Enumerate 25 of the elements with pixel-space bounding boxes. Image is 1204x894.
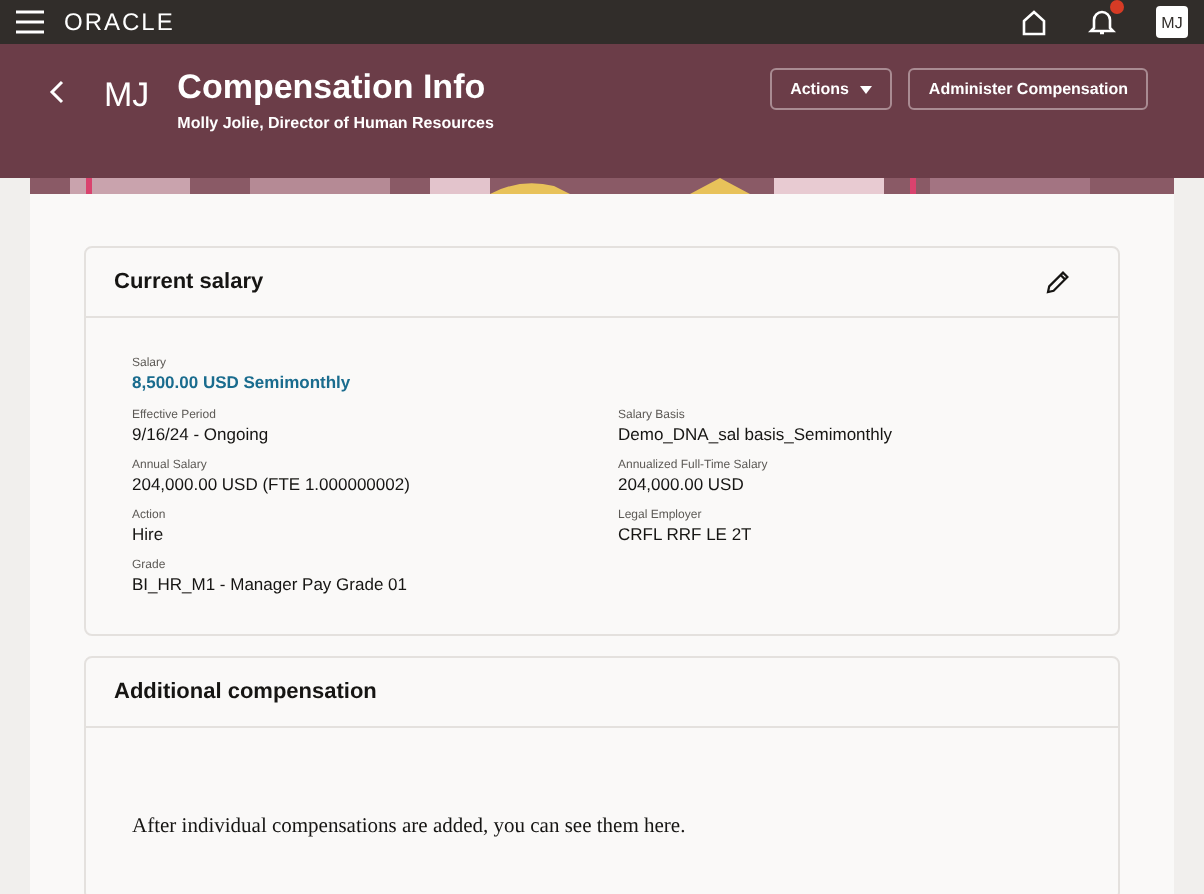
field-value: Hire bbox=[132, 524, 166, 544]
menu-icon[interactable] bbox=[16, 10, 44, 34]
field-value: 204,000.00 USD (FTE 1.000000002) bbox=[132, 474, 412, 494]
edit-icon[interactable] bbox=[1046, 270, 1070, 294]
card-title: Current salary bbox=[114, 270, 264, 294]
administer-button[interactable]: Administer Compensation bbox=[908, 68, 1148, 110]
user-avatar[interactable]: MJ bbox=[1156, 6, 1188, 38]
notification-badge bbox=[1110, 0, 1124, 14]
field-value: 204,000.00 USD bbox=[618, 474, 746, 494]
field-value: CRFL RRF LE 2T bbox=[618, 524, 754, 544]
card-title: Additional compensation bbox=[114, 680, 377, 704]
initials-avatar: MJ bbox=[104, 76, 150, 116]
caret-icon bbox=[860, 85, 873, 93]
back-icon[interactable] bbox=[48, 80, 68, 104]
field-value: 9/16/24 - Ongoing bbox=[132, 424, 271, 444]
page-title: Compensation Info bbox=[177, 68, 488, 108]
home-icon[interactable] bbox=[1020, 8, 1048, 36]
logo: ORACLE bbox=[64, 8, 175, 36]
bell-icon[interactable] bbox=[1088, 8, 1116, 36]
empty-message: After individual compensations are added, you can see them here. bbox=[130, 814, 688, 842]
field-value: BI_HR_M1 - Manager Pay Grade 01 bbox=[132, 574, 409, 594]
field-value: Demo_DNA_sal basis_Semimonthly bbox=[618, 424, 895, 444]
salary-value: 8,500.00 USD Semimonthly bbox=[132, 372, 353, 392]
actions-menu-button[interactable]: Actions bbox=[770, 68, 893, 110]
page-subtitle: Molly Jolie, Director of Human Resources bbox=[177, 114, 494, 132]
